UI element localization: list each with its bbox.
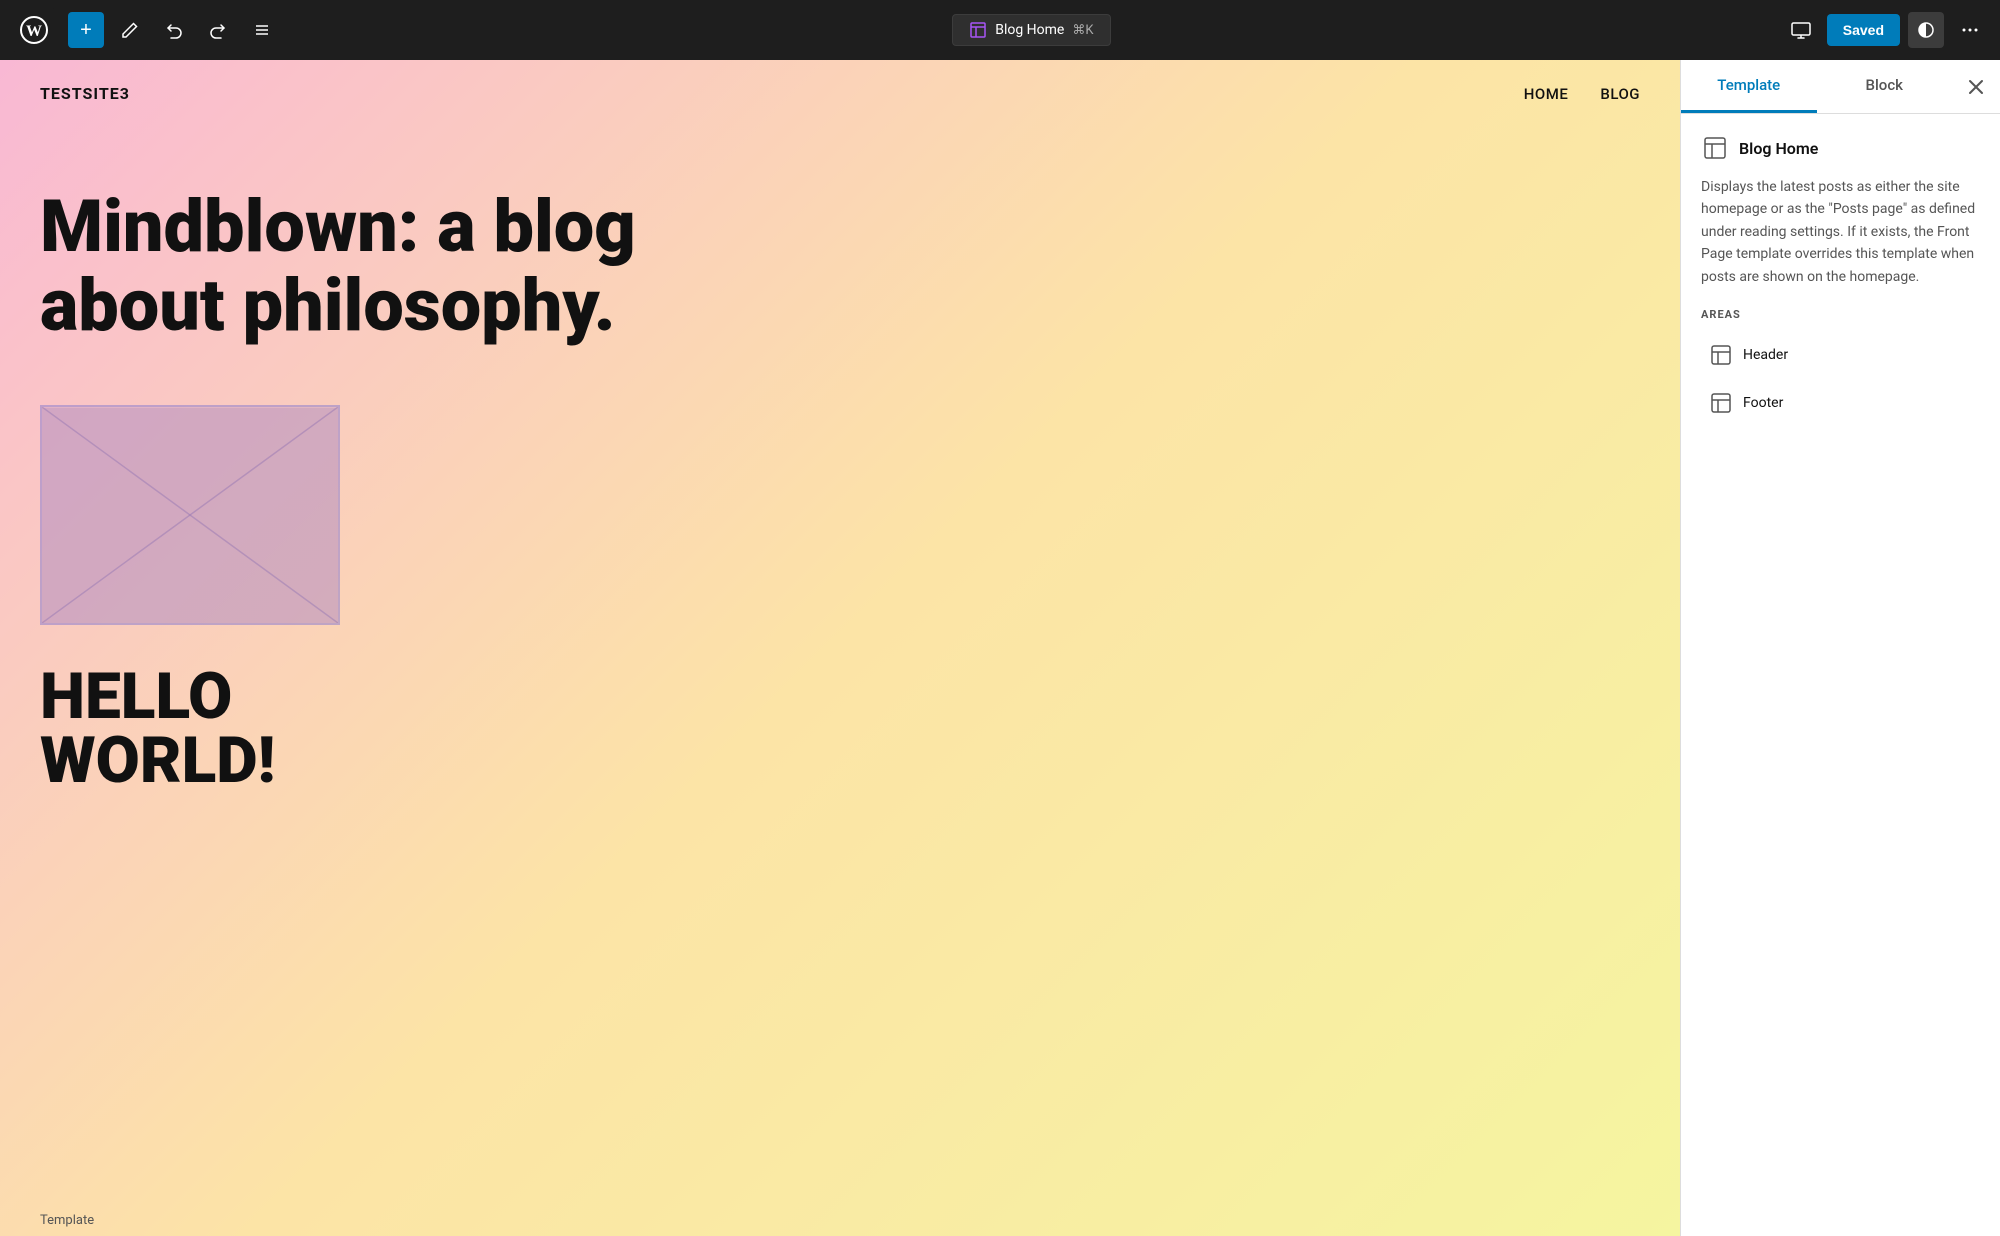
view-button[interactable] xyxy=(1783,12,1819,48)
tab-block[interactable]: Block xyxy=(1817,60,1953,113)
right-panel: Template Block Blog Hom xyxy=(1680,60,2000,1236)
edit-button[interactable] xyxy=(112,12,148,48)
svg-text:W: W xyxy=(26,23,42,40)
keyboard-shortcut: ⌘K xyxy=(1072,23,1093,38)
add-button[interactable]: + xyxy=(68,12,104,48)
monitor-icon xyxy=(1791,21,1811,39)
contrast-icon xyxy=(1917,21,1935,39)
add-icon: + xyxy=(80,19,92,42)
site-title: TESTSITE3 xyxy=(40,84,130,103)
panel-description: Displays the latest posts as either the … xyxy=(1701,176,1980,288)
toolbar-center: Blog Home ⌘K xyxy=(288,14,1775,46)
panel-title: Blog Home xyxy=(1739,139,1818,158)
undo-icon xyxy=(165,21,183,39)
more-options-button[interactable] xyxy=(1952,12,1988,48)
areas-label: AREAS xyxy=(1701,308,1980,321)
post-image-placeholder xyxy=(40,405,340,625)
undo-button[interactable] xyxy=(156,12,192,48)
redo-button[interactable] xyxy=(200,12,236,48)
nav-blog[interactable]: BLOG xyxy=(1600,85,1640,103)
canvas[interactable]: TESTSITE3 HOME BLOG Mindblown: a blog ab… xyxy=(0,60,1680,1236)
area-footer[interactable]: Footer xyxy=(1701,381,1980,425)
post-title: HELLOWORLD! xyxy=(0,645,1680,793)
redo-icon xyxy=(209,21,227,39)
wp-logo[interactable]: W xyxy=(12,8,56,52)
ellipsis-icon xyxy=(1961,21,1979,39)
template-icon xyxy=(969,21,987,39)
area-header[interactable]: Header xyxy=(1701,333,1980,377)
hero-text: Mindblown: a blog about philosophy. xyxy=(0,127,700,385)
panel-close-button[interactable] xyxy=(1956,67,1996,107)
panel-template-icon xyxy=(1701,134,1729,162)
color-scheme-button[interactable] xyxy=(1908,12,1944,48)
pencil-icon xyxy=(121,21,139,39)
panel-title-row: Blog Home xyxy=(1701,134,1980,162)
template-label: Template xyxy=(40,1213,94,1228)
panel-content: Blog Home Displays the latest posts as e… xyxy=(1681,114,2000,449)
header-layout-icon xyxy=(1709,343,1733,367)
panel-header: Template Block xyxy=(1681,60,2000,114)
tab-template[interactable]: Template xyxy=(1681,60,1817,113)
header-label: Header xyxy=(1743,347,1788,363)
list-view-button[interactable] xyxy=(244,12,280,48)
areas-list: Header Footer xyxy=(1701,333,1980,425)
blog-home-label: Blog Home xyxy=(995,22,1064,38)
list-icon xyxy=(253,21,271,39)
toolbar: W + xyxy=(0,0,2000,60)
footer-label: Footer xyxy=(1743,395,1783,411)
main-layout: TESTSITE3 HOME BLOG Mindblown: a blog ab… xyxy=(0,60,2000,1236)
blog-home-pill[interactable]: Blog Home ⌘K xyxy=(952,14,1110,46)
saved-button[interactable]: Saved xyxy=(1827,14,1900,46)
site-header: TESTSITE3 HOME BLOG xyxy=(0,60,1680,127)
toolbar-right: Saved xyxy=(1783,12,1988,48)
nav-home[interactable]: HOME xyxy=(1524,85,1569,103)
close-icon xyxy=(1968,79,1984,95)
site-nav: HOME BLOG xyxy=(1524,85,1640,103)
footer-layout-icon xyxy=(1709,391,1733,415)
